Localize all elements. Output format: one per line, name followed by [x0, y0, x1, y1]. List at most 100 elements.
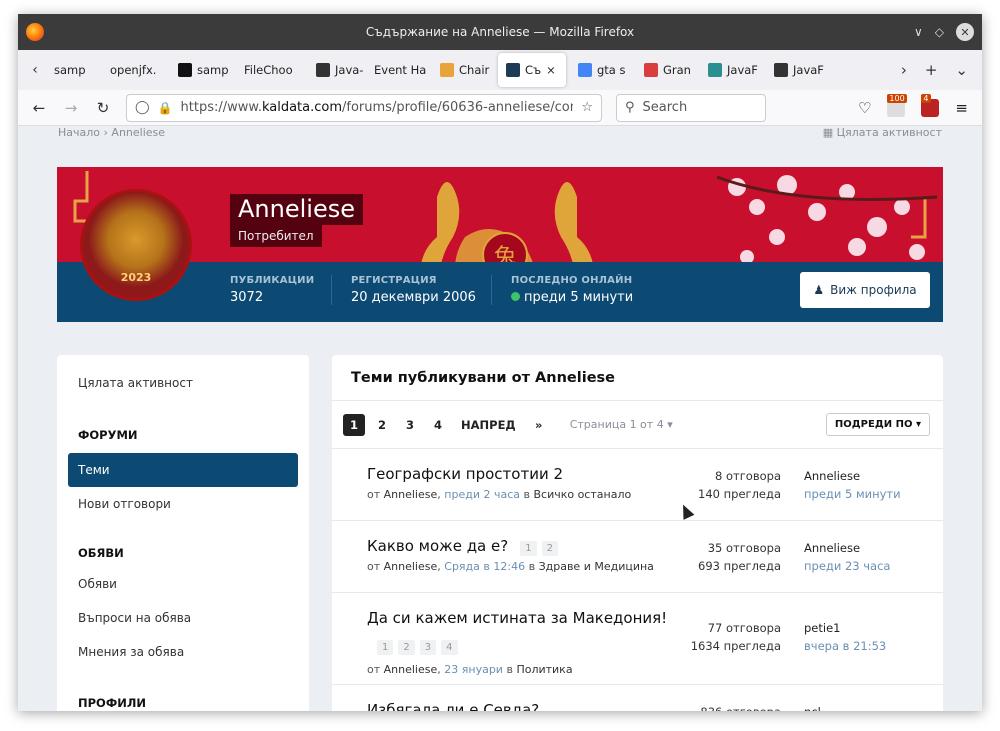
maximize-icon[interactable]: ◇ — [935, 25, 944, 39]
stat-posts-label: ПУБЛИКАЦИИ — [230, 275, 315, 286]
menu-icon[interactable]: ≡ — [955, 99, 968, 117]
search-field[interactable]: ⚲ Search — [616, 93, 766, 122]
last-poster-link[interactable]: petie1 — [804, 619, 886, 637]
breadcrumb-user[interactable]: Anneliese — [111, 126, 165, 139]
pocket-icon[interactable]: ♡ — [858, 99, 871, 117]
tab-item[interactable]: samp — [46, 53, 102, 87]
javafx-icon — [708, 63, 722, 77]
list-all-tabs-icon[interactable]: ⌄ — [955, 61, 968, 79]
sidebar-item-ad-opinions[interactable]: Мнения за обява — [57, 635, 309, 669]
extension-counter-icon[interactable]: 100 — [887, 93, 907, 117]
tab-scroll-left-icon[interactable]: ‹ — [24, 62, 46, 78]
topic-replies: 77 отговора — [707, 621, 781, 635]
topic-row[interactable]: Географски простотии 2 от Anneliese, пред… — [332, 449, 943, 521]
last-poster-link[interactable]: Anneliese — [804, 539, 890, 557]
reload-icon[interactable]: ↻ — [90, 99, 116, 117]
topic-last-post: ncl — [804, 703, 821, 711]
url-text[interactable]: https://www.kaldata.com/forums/profile/6… — [181, 100, 574, 115]
all-activity-link[interactable]: ▦ Цялата активност — [823, 126, 942, 139]
sidebar-item-topics[interactable]: Теми — [68, 453, 298, 487]
ublock-icon[interactable]: 4 — [921, 93, 940, 117]
breadcrumb-home[interactable]: Начало — [58, 126, 100, 139]
lock-icon[interactable]: 🔒 — [158, 101, 173, 115]
tab-item[interactable]: JavaF — [700, 53, 766, 87]
topic-title-link[interactable]: Да си кажем истината за Македония! — [367, 609, 667, 627]
topic-page-link[interactable]: 4 — [441, 640, 458, 655]
topic-row[interactable]: Да си кажем истината за Македония! 1 2 3 4 от… — [332, 593, 943, 685]
last-poster-link[interactable]: Anneliese — [804, 467, 901, 485]
topic-title-link[interactable]: Какво може да е? 1 2 — [367, 537, 563, 556]
last-page-button[interactable]: » — [528, 414, 550, 436]
topic-page-link[interactable]: 3 — [419, 640, 437, 655]
topic-author-link[interactable]: Anneliese — [384, 560, 438, 573]
view-profile-button[interactable]: ♟ Виж профила — [800, 272, 930, 308]
forward-icon[interactable]: → — [58, 99, 84, 117]
topic-page-link[interactable]: 2 — [541, 541, 558, 556]
sidebar-item-ads[interactable]: Обяви — [57, 567, 309, 601]
window-controls: ∨ ◇ ✕ — [914, 23, 974, 41]
tab-item[interactable]: FileChoo — [236, 53, 308, 87]
bookmark-star-icon[interactable]: ☆ — [581, 100, 593, 115]
meta-from-label: от — [367, 560, 381, 573]
topic-forum-link[interactable]: Всичко останало — [533, 488, 631, 501]
tab-item[interactable]: JavaF — [766, 53, 832, 87]
stat-registration: РЕГИСТРАЦИЯ 20 декември 2006 — [331, 275, 476, 305]
sidebar-item-all-activity[interactable]: Цялата активност — [57, 361, 309, 405]
topic-page-link[interactable]: 2 — [398, 640, 415, 655]
topic-row[interactable]: Избягала ли е Севда? 836 отговора ncl — [332, 685, 943, 711]
sidebar-item-ad-questions[interactable]: Въпроси на обява — [57, 601, 309, 635]
topic-page-link[interactable]: 1 — [377, 640, 394, 655]
next-page-button[interactable]: НАПРЕД — [461, 414, 516, 436]
close-tab-icon[interactable]: × — [546, 63, 556, 77]
avatar[interactable]: 2023 — [80, 189, 192, 301]
page-3-button[interactable]: 3 — [399, 414, 421, 436]
tab-scroll-right-icon[interactable]: › — [901, 61, 907, 79]
view-profile-label: Виж профила — [830, 283, 917, 297]
minimize-icon[interactable]: ∨ — [914, 25, 923, 39]
topic-last-post: Anneliese преди 23 часа — [804, 539, 890, 575]
profile-sidebar: Цялата активност ФОРУМИ Теми Нови отгово… — [57, 355, 309, 711]
back-icon[interactable]: ← — [26, 99, 52, 117]
close-window-icon[interactable]: ✕ — [956, 23, 974, 41]
tab-item[interactable]: Java- — [308, 53, 366, 87]
topic-author-link[interactable]: Anneliese — [384, 488, 438, 501]
url-bar[interactable]: ◯ 🔒 https://www.kaldata.com/forums/profi… — [126, 93, 602, 122]
shield-icon[interactable]: ◯ — [135, 100, 150, 115]
meta-in-label: в — [523, 488, 530, 501]
stat-registration-label: РЕГИСТРАЦИЯ — [351, 275, 437, 286]
tab-label: samp — [54, 63, 86, 77]
tab-item[interactable]: Chair — [432, 53, 494, 87]
tab-label: Event Ha — [374, 63, 427, 77]
page-jump-dropdown[interactable]: Страница 1 от 4 ▾ — [570, 418, 673, 431]
topic-forum-link[interactable]: Здраве и Медицина — [539, 560, 654, 573]
last-post-time[interactable]: вчера в 21:53 — [804, 637, 886, 655]
globe-icon — [774, 63, 788, 77]
last-poster-link[interactable]: ncl — [804, 703, 821, 711]
topic-page-link[interactable]: 1 — [520, 541, 537, 556]
topic-page-links: 1234 — [377, 639, 463, 655]
topic-title-link[interactable]: Избягала ли е Севда? — [367, 701, 539, 711]
tab-item[interactable]: openjfx. — [102, 53, 170, 87]
tab-item[interactable]: Съ × — [498, 53, 566, 87]
topic-author-link[interactable]: Anneliese — [384, 663, 438, 676]
sort-by-button[interactable]: ПОДРЕДИ ПО ▾ — [825, 413, 930, 436]
new-tab-icon[interactable]: + — [925, 61, 938, 79]
page-4-button[interactable]: 4 — [427, 414, 449, 436]
sidebar-item-new-replies[interactable]: Нови отговори — [57, 487, 309, 521]
chair-icon — [440, 63, 454, 77]
tab-item[interactable]: Gran — [636, 53, 700, 87]
topic-forum-link[interactable]: Политика — [516, 663, 572, 676]
topics-panel: Теми публикувани от Anneliese 1 2 3 4 НА… — [332, 355, 943, 711]
topic-row[interactable]: Какво може да е? 1 2 от Anneliese, Сряда в … — [332, 521, 943, 593]
last-post-time[interactable]: преди 23 часа — [804, 557, 890, 575]
page-2-button[interactable]: 2 — [371, 414, 393, 436]
tab-item[interactable]: samp — [170, 53, 236, 87]
pagination: 1 2 3 4 НАПРЕД » Страница 1 от 4 ▾ ПОДРЕ… — [332, 401, 943, 449]
avatar-year: 2023 — [120, 271, 152, 284]
tab-item[interactable]: gta s — [570, 53, 636, 87]
last-post-time[interactable]: преди 5 минути — [804, 485, 901, 503]
tab-item[interactable]: Event Ha — [366, 53, 432, 87]
topic-title-link[interactable]: Географски простотии 2 — [367, 465, 563, 483]
page-1-button[interactable]: 1 — [343, 413, 365, 436]
